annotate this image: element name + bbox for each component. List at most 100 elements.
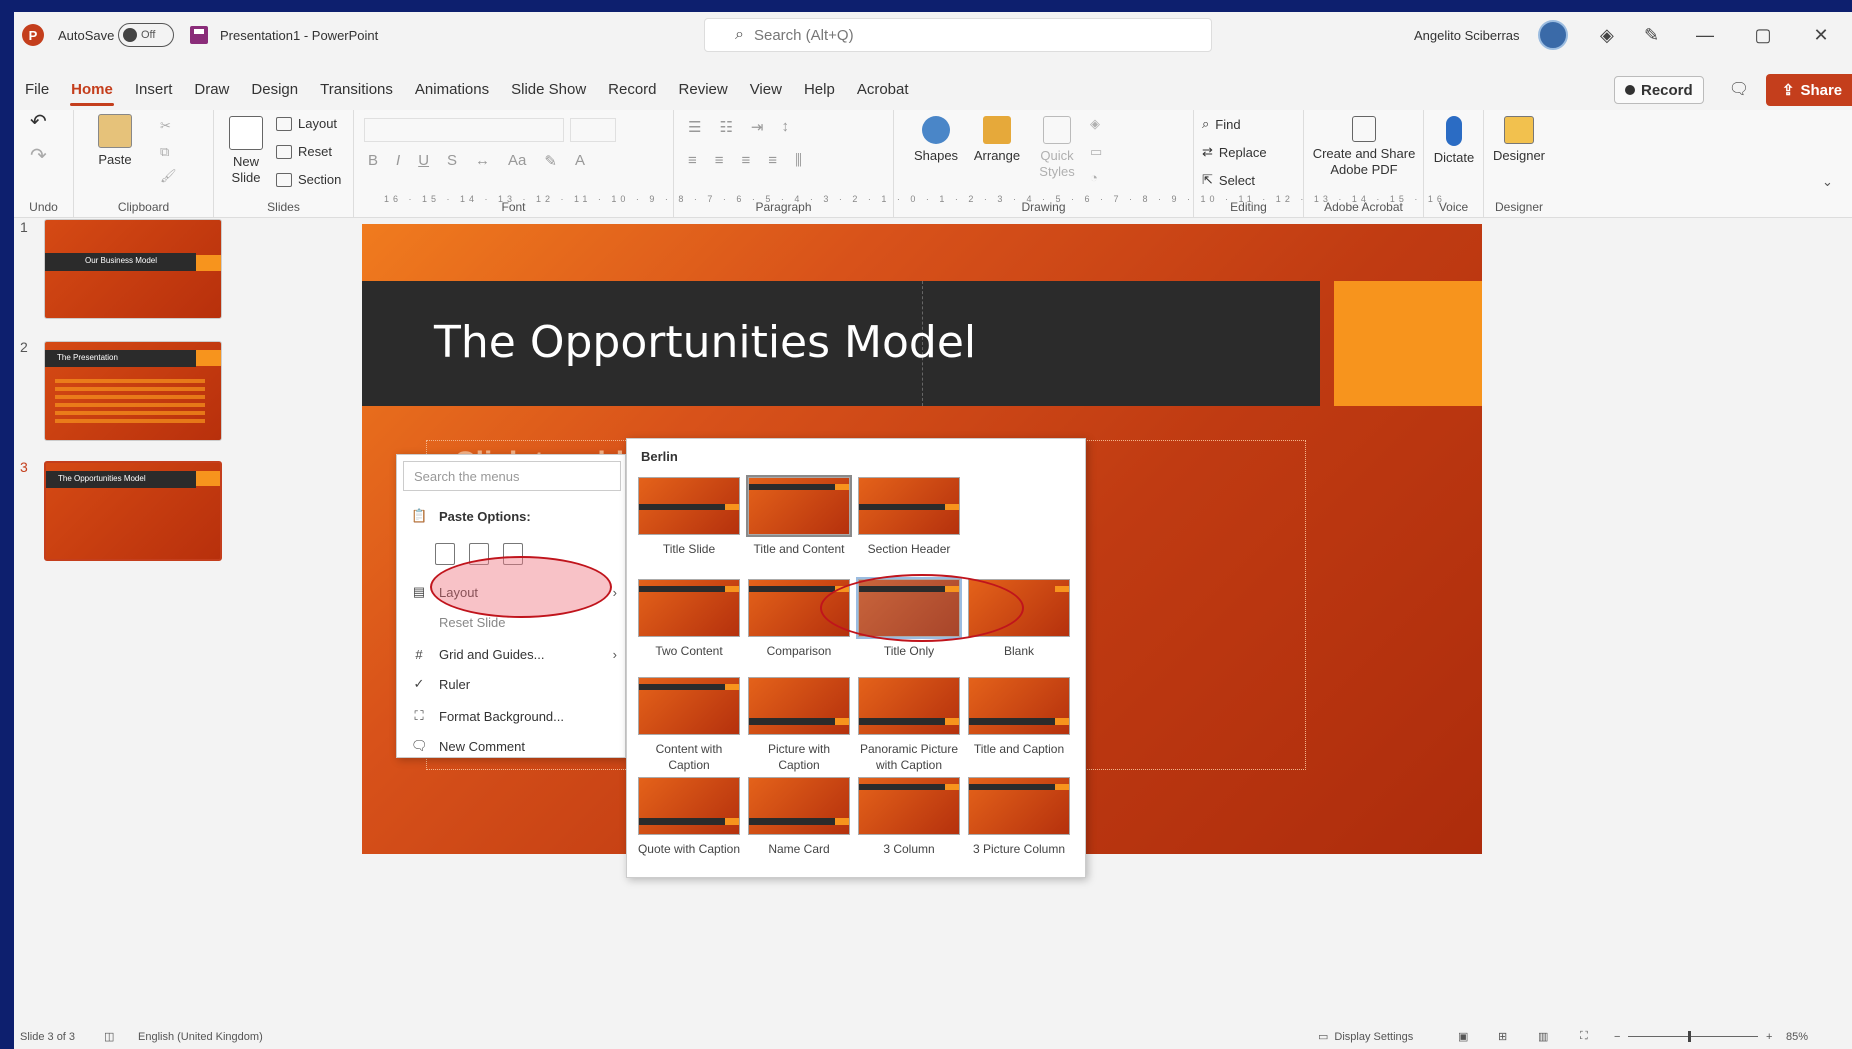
align-left-icon[interactable]: ≡	[688, 152, 697, 169]
slideshow-icon[interactable]: ⛶	[1580, 1024, 1588, 1049]
layout-two-content[interactable]: Two Content	[637, 579, 741, 659]
tab-review[interactable]: Review	[668, 72, 739, 108]
zoom-in-icon[interactable]: +	[1766, 1024, 1772, 1049]
autosave-toggle[interactable]: Off	[118, 23, 174, 47]
find-button[interactable]: ⌕ Find	[1202, 116, 1241, 132]
select-button[interactable]: ⇱ Select	[1202, 172, 1255, 188]
shape-outline-icon[interactable]: ▭	[1090, 144, 1102, 160]
layout-title-slide[interactable]: Title Slide	[637, 477, 741, 557]
diamond-icon[interactable]: ◈	[1600, 12, 1614, 58]
tab-acrobat[interactable]: Acrobat	[846, 72, 920, 108]
display-settings-button[interactable]: ▭ Display Settings	[1318, 1024, 1413, 1049]
menu-item-grid-guides[interactable]: # Grid and Guides... ›	[397, 639, 627, 669]
quick-styles-button[interactable]: Quick Styles	[1032, 116, 1082, 180]
section-button[interactable]: Section	[276, 172, 341, 187]
paste-button[interactable]: Paste	[90, 114, 140, 168]
accessibility-icon[interactable]: ◫	[104, 1024, 114, 1049]
create-share-pdf-button[interactable]: Create and Share Adobe PDF	[1310, 116, 1418, 178]
bold-icon[interactable]: B	[368, 152, 378, 170]
align-center-icon[interactable]: ≡	[715, 152, 724, 169]
italic-icon[interactable]: I	[396, 152, 400, 170]
shape-effects-icon[interactable]: ◔	[1090, 170, 1098, 185]
search-box[interactable]: ⌕ Search (Alt+Q)	[704, 18, 1212, 52]
menu-item-format-background[interactable]: ⛶ Format Background...	[397, 701, 627, 731]
line-spacing-icon[interactable]: ↕	[781, 118, 789, 136]
justify-icon[interactable]: ≡	[768, 152, 777, 169]
tab-view[interactable]: View	[739, 72, 793, 108]
avatar[interactable]	[1538, 20, 1568, 50]
pen-icon[interactable]: ✎	[1644, 12, 1659, 58]
redo-icon[interactable]: ↷	[30, 146, 47, 166]
minimize-button[interactable]: —	[1676, 25, 1734, 46]
slide-thumbnail-2[interactable]: The Presentation	[44, 341, 222, 441]
tab-transitions[interactable]: Transitions	[309, 72, 404, 108]
layout-title-and-caption[interactable]: Title and Caption	[967, 677, 1071, 757]
change-case-icon[interactable]: Aa	[508, 152, 526, 170]
tab-draw[interactable]: Draw	[183, 72, 240, 108]
reading-view-icon[interactable]: ▥	[1538, 1024, 1548, 1049]
slide-thumbnail-1[interactable]: Our Business Model	[44, 219, 222, 319]
reset-button[interactable]: Reset	[276, 144, 332, 159]
layout-button[interactable]: Layout	[276, 116, 337, 131]
menu-item-ruler[interactable]: ✓ Ruler	[397, 669, 627, 699]
layout-section-header[interactable]: Section Header	[857, 477, 961, 557]
layout-3-picture-column[interactable]: 3 Picture Column	[967, 777, 1071, 857]
designer-button[interactable]: Designer	[1490, 116, 1548, 164]
collapse-ribbon-icon[interactable]: ⌄	[1822, 174, 1833, 190]
shapes-button[interactable]: Shapes	[910, 116, 962, 164]
cut-icon[interactable]: ✂	[160, 118, 171, 134]
new-slide-button[interactable]: New Slide	[226, 116, 266, 186]
restore-button[interactable]: ▢	[1734, 25, 1792, 46]
columns-icon[interactable]: ⫼	[795, 152, 802, 169]
underline-icon[interactable]: U	[418, 152, 429, 170]
layout-title-and-content[interactable]: Title and Content	[746, 475, 852, 557]
tab-file[interactable]: File	[14, 72, 60, 108]
zoom-level[interactable]: 85%	[1786, 1024, 1808, 1049]
record-button[interactable]: Record	[1614, 76, 1704, 104]
slide-title[interactable]: The Opportunities Model	[434, 317, 976, 368]
layout-quote-with-caption[interactable]: Quote with Caption	[637, 777, 741, 857]
shape-fill-icon[interactable]: ◈	[1090, 116, 1100, 132]
indent-icon[interactable]: ⇥	[751, 118, 764, 136]
normal-view-icon[interactable]: ▣	[1458, 1024, 1468, 1049]
paste-keep-source-icon[interactable]	[435, 543, 455, 565]
font-name-select[interactable]	[364, 118, 564, 142]
bullets-icon[interactable]: ☰	[688, 118, 701, 136]
tab-home[interactable]: Home	[60, 72, 124, 108]
language-status[interactable]: English (United Kingdom)	[138, 1024, 263, 1049]
layout-3-column[interactable]: 3 Column	[857, 777, 961, 857]
undo-icon[interactable]: ↶	[30, 112, 47, 132]
save-icon[interactable]	[190, 26, 208, 44]
font-color-icon[interactable]: A	[575, 152, 585, 170]
tab-design[interactable]: Design	[240, 72, 309, 108]
strikethrough-icon[interactable]: S	[447, 152, 457, 170]
format-painter-icon[interactable]: 🖌	[160, 168, 177, 184]
tab-help[interactable]: Help	[793, 72, 846, 108]
font-size-select[interactable]	[570, 118, 616, 142]
share-button[interactable]: ⇪ Share	[1766, 74, 1852, 106]
arrange-button[interactable]: Arrange	[970, 116, 1024, 164]
highlight-icon[interactable]: ✎	[544, 152, 557, 170]
tab-insert[interactable]: Insert	[124, 72, 184, 108]
char-spacing-icon[interactable]: ↔	[475, 152, 490, 170]
tab-record[interactable]: Record	[597, 72, 667, 108]
tab-animations[interactable]: Animations	[404, 72, 500, 108]
menu-search-input[interactable]: Search the menus	[403, 461, 621, 491]
zoom-out-icon[interactable]: −	[1614, 1024, 1620, 1049]
user-name[interactable]: Angelito Sciberras	[1414, 12, 1520, 58]
layout-picture-with-caption[interactable]: Picture with Caption	[747, 677, 851, 773]
comment-icon[interactable]: 🗨	[1724, 76, 1754, 104]
layout-content-with-caption[interactable]: Content with Caption	[637, 677, 741, 773]
slide-sorter-icon[interactable]: ⊞	[1498, 1024, 1507, 1049]
numbering-icon[interactable]: ☷	[719, 118, 732, 136]
replace-button[interactable]: ⇄ Replace	[1202, 144, 1267, 160]
copy-icon[interactable]: ⧉	[160, 144, 169, 160]
dictate-button[interactable]: Dictate	[1430, 116, 1478, 166]
align-right-icon[interactable]: ≡	[742, 152, 751, 169]
zoom-slider[interactable]	[1628, 1031, 1758, 1042]
layout-name-card[interactable]: Name Card	[747, 777, 851, 857]
slide-thumbnail-3[interactable]: The Opportunities Model	[44, 461, 222, 561]
layout-panoramic-picture-with-caption[interactable]: Panoramic Picture with Caption	[857, 677, 961, 773]
close-button[interactable]: ✕	[1792, 25, 1850, 46]
tab-slide-show[interactable]: Slide Show	[500, 72, 597, 108]
